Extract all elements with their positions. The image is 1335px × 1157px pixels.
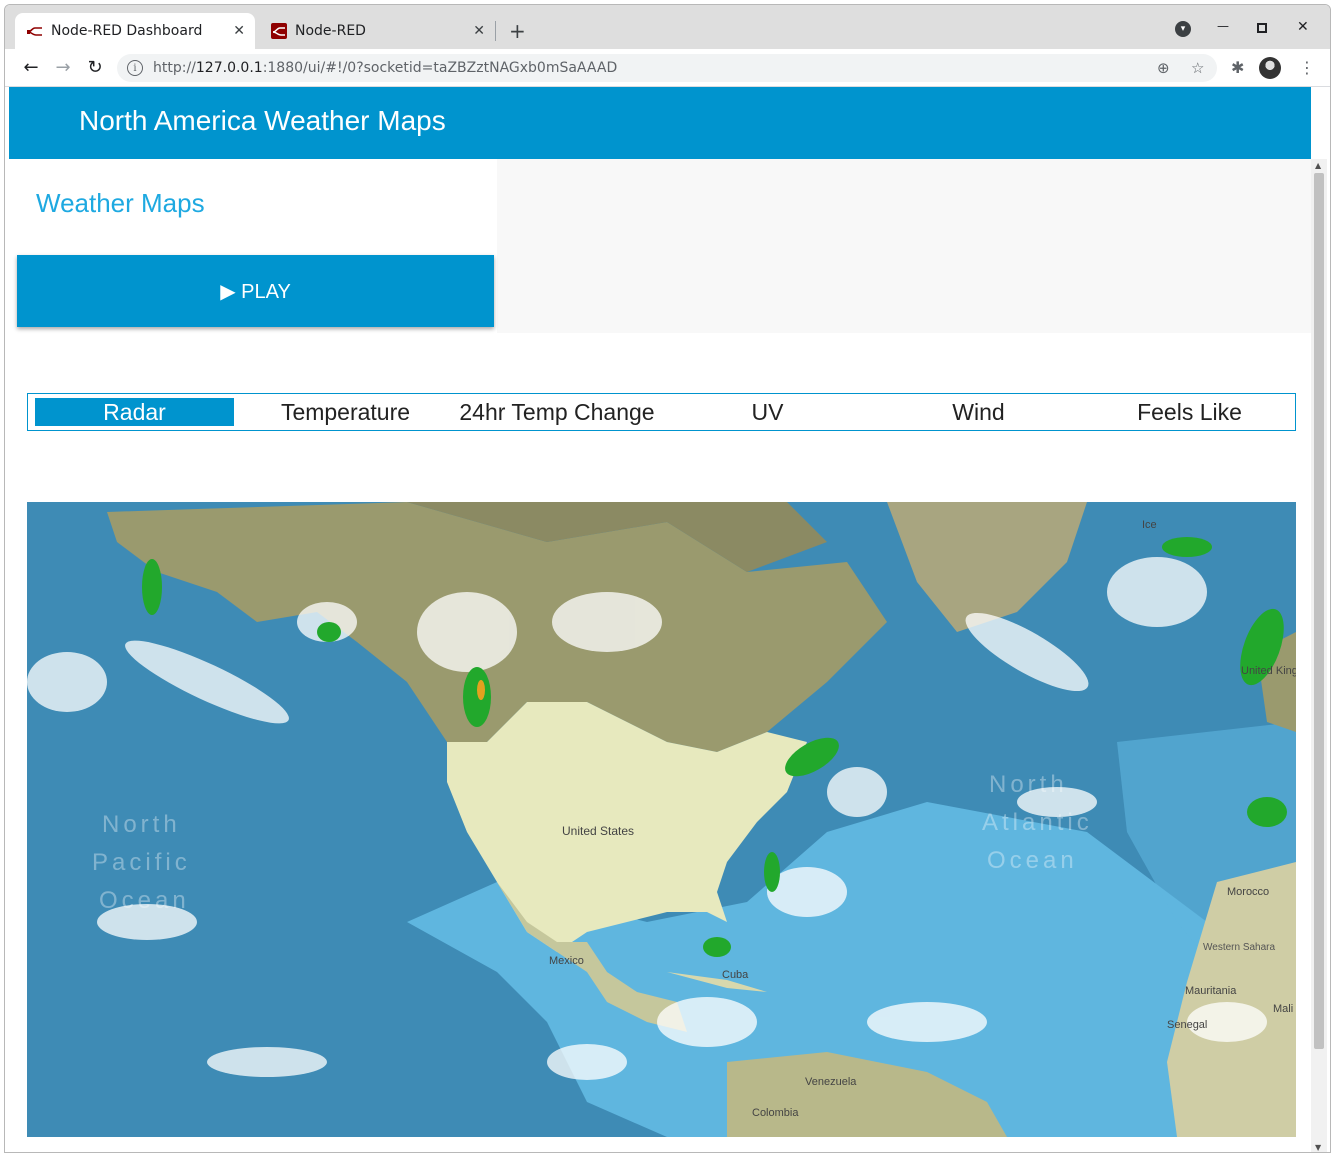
node-red-icon	[271, 23, 287, 39]
zoom-icon[interactable]: ⊕	[1157, 59, 1170, 77]
weather-map-image: United States Mexico Cuba Venezuela Colo…	[27, 502, 1296, 1137]
tab-close-icon[interactable]: ✕	[233, 23, 245, 39]
tab-temperature[interactable]: Temperature	[246, 398, 445, 426]
reload-icon[interactable]: ↻	[83, 55, 107, 79]
dashboard-page: North America Weather Maps Weather Maps …	[9, 87, 1311, 1152]
tab-node-red-dashboard[interactable]: Node-RED Dashboard ✕	[15, 13, 255, 49]
new-tab-button[interactable]: +	[509, 19, 526, 43]
tab-search-icon[interactable]: ▾	[1175, 21, 1191, 37]
tab-node-red[interactable]: Node-RED ✕	[259, 13, 495, 49]
tab-uv[interactable]: UV	[668, 398, 867, 426]
map-label-mauritania: Mauritania	[1185, 985, 1237, 997]
tab-24hr-temp-change[interactable]: 24hr Temp Change	[448, 398, 666, 426]
map-label-usa: United States	[562, 824, 634, 838]
dashboard-header: North America Weather Maps	[9, 87, 1311, 159]
tab-feels-like[interactable]: Feels Like	[1090, 398, 1289, 426]
map-type-tabs: Radar Temperature 24hr Temp Change UV Wi…	[27, 393, 1296, 431]
info-icon[interactable]: i	[127, 60, 143, 76]
tab-radar[interactable]: Radar	[35, 398, 234, 426]
group-background	[497, 159, 1311, 333]
map-label-cuba: Cuba	[722, 969, 749, 981]
browser-toolbar: ← → ↻ i http://127.0.0.1:1880/ui/#!/0?so…	[5, 49, 1330, 87]
url-scheme: http://	[153, 60, 196, 76]
tab-title: Node-RED Dashboard	[51, 23, 203, 39]
tab-separator	[495, 21, 496, 41]
page-scrollbar[interactable]: ▲ ▼	[1311, 159, 1327, 1152]
page-title: North America Weather Maps	[79, 105, 446, 136]
star-icon[interactable]: ☆	[1191, 59, 1204, 77]
map-label-mali: Mali	[1273, 1003, 1293, 1015]
tab-title: Node-RED	[295, 23, 366, 39]
map-label-colombia: Colombia	[752, 1107, 799, 1119]
play-button[interactable]: ▶ PLAY	[17, 255, 494, 327]
group-title: Weather Maps	[36, 188, 205, 218]
weather-map[interactable]: United States Mexico Cuba Venezuela Colo…	[27, 502, 1296, 1137]
map-label-senegal: Senegal	[1167, 1019, 1207, 1031]
url-host: 127.0.0.1	[195, 60, 263, 76]
map-label-iceland: Ice	[1142, 519, 1157, 531]
url-path: :1880/ui/#!/0?socketid=taZBZztNAGxb0mSaA…	[262, 60, 618, 76]
close-window-icon[interactable]: ✕	[1297, 19, 1309, 35]
map-label-pacific-2: Pacific	[92, 849, 191, 876]
forward-icon[interactable]: →	[51, 55, 75, 79]
menu-icon[interactable]: ⋮	[1299, 58, 1315, 77]
map-label-pacific-1: North	[102, 811, 181, 838]
extensions-icon[interactable]: ✱	[1231, 58, 1244, 77]
map-label-pacific-3: Ocean	[99, 887, 190, 914]
back-icon[interactable]: ←	[19, 55, 43, 79]
node-red-icon	[27, 27, 42, 36]
tab-wind[interactable]: Wind	[879, 398, 1078, 426]
avatar[interactable]	[1259, 57, 1281, 79]
map-label-atlantic-3: Ocean	[987, 847, 1078, 874]
scroll-up-icon[interactable]: ▲	[1315, 161, 1321, 170]
scroll-down-icon[interactable]: ▼	[1315, 1143, 1321, 1152]
tab-close-icon[interactable]: ✕	[473, 23, 485, 39]
address-bar[interactable]: i http://127.0.0.1:1880/ui/#!/0?socketid…	[117, 54, 1217, 82]
map-label-atlantic-2: Atlantic	[982, 809, 1093, 836]
tab-strip: Node-RED Dashboard ✕ Node-RED ✕ + ▾ — ✕	[5, 5, 1330, 49]
map-label-venezuela: Venezuela	[805, 1076, 857, 1088]
minimize-icon[interactable]: —	[1217, 19, 1229, 33]
maximize-icon[interactable]	[1257, 23, 1267, 33]
map-label-morocco: Morocco	[1227, 886, 1269, 898]
map-label-atlantic-1: North	[989, 771, 1068, 798]
map-label-uk: United Kingdom	[1241, 665, 1296, 677]
map-label-mexico: Mexico	[549, 955, 584, 967]
scrollbar-thumb[interactable]	[1314, 173, 1324, 1049]
map-label-western-sahara: Western Sahara	[1203, 942, 1276, 953]
browser-window: Node-RED Dashboard ✕ Node-RED ✕ + ▾ — ✕ …	[4, 4, 1331, 1153]
